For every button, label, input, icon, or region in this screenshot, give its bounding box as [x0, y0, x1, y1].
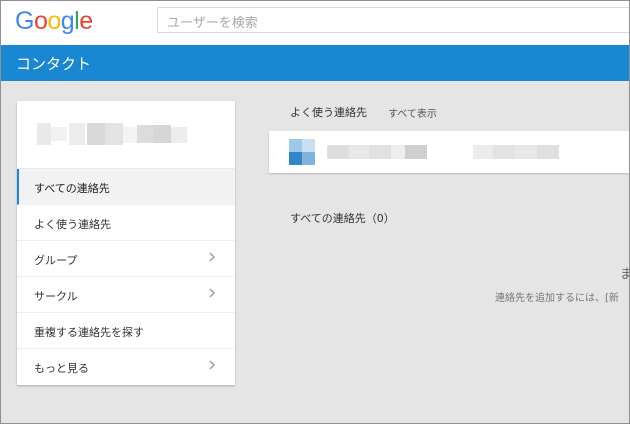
sidebar-item-label: サークル [34, 290, 78, 303]
show-all-link[interactable]: すべて表示 [388, 105, 437, 120]
sidebar-item-more[interactable]: もっと見る [17, 349, 235, 385]
sidebar-item-label: もっと見る [34, 362, 89, 375]
sidebar-item-label: すべての連絡先 [34, 182, 110, 195]
redacted-contact-name [327, 145, 427, 159]
redacted-contact-email [473, 145, 559, 159]
sidebar-item-label: 重複する連絡先を探す [34, 326, 144, 339]
empty-state-title: ま [620, 263, 629, 282]
browser-frame: Google ユーザーを検索 コンタクト すべての連絡先 よく使う連絡先 グルー… [0, 0, 630, 424]
chevron-right-icon [209, 360, 215, 370]
chevron-right-icon [209, 252, 215, 262]
sidebar-item-frequent[interactable]: よく使う連絡先 [17, 205, 235, 241]
all-contacts-heading: すべての連絡先（0） [290, 212, 395, 225]
favorite-contact-card[interactable] [269, 131, 629, 173]
empty-state-text: 連絡先を追加するには、[新 [495, 293, 619, 304]
sidebar-item-all-contacts[interactable]: すべての連絡先 [17, 169, 235, 205]
search-placeholder: ユーザーを検索 [167, 16, 258, 31]
avatar [289, 139, 315, 165]
sidebar-item-label: よく使う連絡先 [34, 218, 111, 231]
page-title: コンタクト [16, 55, 92, 73]
search-input[interactable]: ユーザーを検索 [157, 7, 629, 33]
logo-letter: o [47, 7, 61, 35]
sidebar-item-circles[interactable]: サークル [17, 277, 235, 313]
logo-letter: g [60, 7, 75, 35]
logo-letter: o [33, 7, 48, 35]
app-bar: コンタクト [1, 45, 629, 81]
logo-letter: G [15, 7, 34, 35]
sidebar-item-groups[interactable]: グループ [17, 241, 235, 277]
google-logo[interactable]: Google [15, 5, 93, 37]
redacted-account-name [37, 123, 187, 145]
sidebar-item-label: グループ [34, 254, 78, 267]
account-header[interactable] [17, 101, 235, 169]
sidebar-item-find-duplicates[interactable]: 重複する連絡先を探す [17, 313, 235, 349]
favorites-heading: よく使う連絡先 [290, 106, 367, 119]
chevron-right-icon [209, 288, 215, 298]
top-bar: Google ユーザーを検索 [1, 1, 629, 45]
logo-letter: e [79, 7, 93, 35]
sidebar: すべての連絡先 よく使う連絡先 グループ サークル 重複する連絡先を探す もっと… [17, 101, 235, 385]
